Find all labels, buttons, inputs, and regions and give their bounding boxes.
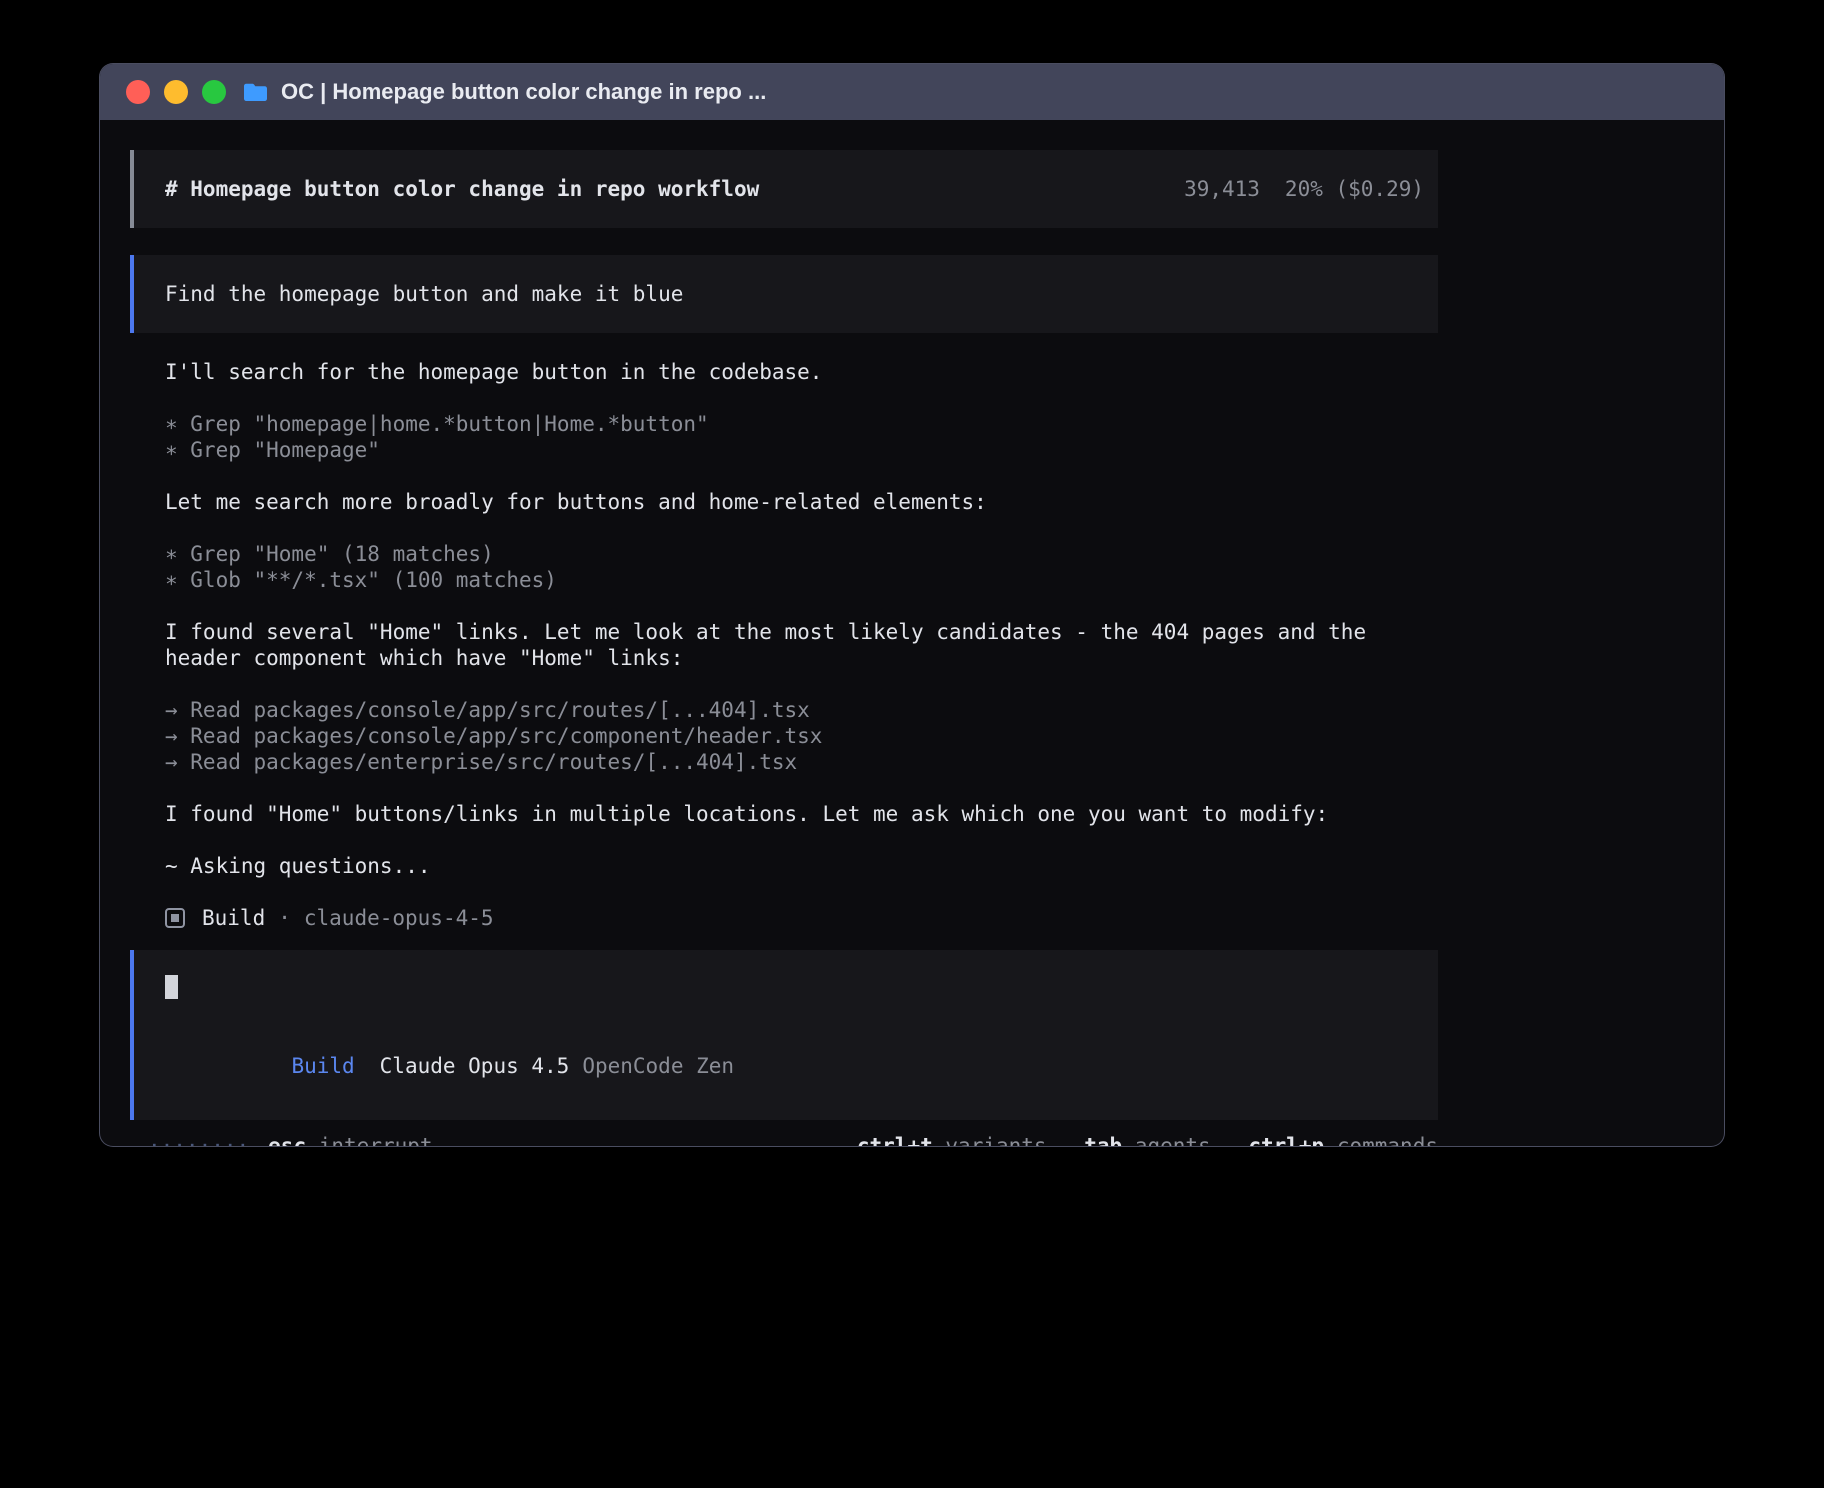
shortcut-key: tab xyxy=(1084,1134,1122,1146)
folder-icon xyxy=(242,82,269,103)
agent-separator: · xyxy=(278,905,291,931)
minimize-button[interactable] xyxy=(164,80,188,104)
assistant-paragraph: I found several "Home" links. Let me loo… xyxy=(130,619,1438,671)
user-message-block: Find the homepage button and make it blu… xyxy=(130,255,1438,333)
close-button[interactable] xyxy=(126,80,150,104)
tool-call-grep: ∗ Grep "Home" (18 matches) xyxy=(165,541,1438,567)
agent-name: Build xyxy=(202,905,265,931)
user-message-text: Find the homepage button and make it blu… xyxy=(165,282,683,306)
session-column: # Homepage button color change in repo w… xyxy=(130,150,1438,1146)
shortcut-label: commands xyxy=(1337,1134,1438,1146)
interrupt-hint: esc interrupt xyxy=(268,1133,432,1146)
title-group: OC | Homepage button color change in rep… xyxy=(242,79,766,105)
shortcut-key: ctrl+p xyxy=(1248,1134,1324,1146)
tool-call-read: → Read packages/console/app/src/componen… xyxy=(165,723,1438,749)
tool-call-grep: ∗ Grep "Homepage" xyxy=(165,437,1438,463)
tool-call-group: ∗ Grep "homepage|home.*button|Home.*butt… xyxy=(130,411,1438,463)
text-cursor xyxy=(165,975,178,999)
agent-status: Build · claude-opus-4-5 xyxy=(130,905,1438,931)
box-icon xyxy=(165,908,185,928)
shortcut-key: ctrl+t xyxy=(857,1134,933,1146)
window-title: OC | Homepage button color change in rep… xyxy=(281,79,766,105)
provider-label: OpenCode Zen xyxy=(582,1054,734,1078)
shortcut-commands: ctrl+p commands xyxy=(1248,1134,1438,1146)
agent-mode-label: Build xyxy=(291,1054,354,1078)
context-usage: 20% ($0.29) xyxy=(1285,177,1424,201)
esc-key: esc xyxy=(268,1134,306,1146)
model-label: Claude Opus 4.5 xyxy=(380,1054,570,1078)
session-title: # Homepage button color change in repo w… xyxy=(165,176,759,202)
tool-call-group: → Read packages/console/app/src/routes/[… xyxy=(130,697,1438,775)
assistant-status-line: ~ Asking questions... xyxy=(130,853,1438,879)
status-left: ········ esc interrupt xyxy=(148,1133,433,1146)
shortcut-agents: tab agents xyxy=(1084,1134,1210,1146)
spinner: ········ xyxy=(148,1133,249,1146)
zoom-button[interactable] xyxy=(202,80,226,104)
tool-call-read: → Read packages/console/app/src/routes/[… xyxy=(165,697,1438,723)
session-header: # Homepage button color change in repo w… xyxy=(130,150,1438,228)
traffic-lights xyxy=(126,80,226,104)
shortcut-label: variants xyxy=(945,1134,1046,1146)
titlebar[interactable]: OC | Homepage button color change in rep… xyxy=(100,64,1724,120)
assistant-paragraph: I'll search for the homepage button in t… xyxy=(130,359,1438,385)
assistant-paragraph: Let me search more broadly for buttons a… xyxy=(130,489,1438,515)
tool-call-group: ∗ Grep "Home" (18 matches) ∗ Glob "**/*.… xyxy=(130,541,1438,593)
token-count: 39,413 xyxy=(1184,177,1260,201)
interrupt-label: interrupt xyxy=(319,1134,433,1146)
agent-model: claude-opus-4-5 xyxy=(304,905,494,931)
shortcut-variants: ctrl+t variants xyxy=(857,1134,1047,1146)
tool-call-read: → Read packages/enterprise/src/routes/[.… xyxy=(165,749,1438,775)
desktop: { "window": { "title": "OC | Homepage bu… xyxy=(0,0,1824,1488)
status-bar: ········ esc interrupt ctrl+t variants t… xyxy=(130,1133,1438,1146)
prompt-input[interactable]: Build Claude Opus 4.5 OpenCode Zen xyxy=(130,950,1438,1120)
tool-call-grep: ∗ Grep "homepage|home.*button|Home.*butt… xyxy=(165,411,1438,437)
input-meta: Build Claude Opus 4.5 OpenCode Zen xyxy=(165,1027,1407,1105)
tool-call-glob: ∗ Glob "**/*.tsx" (100 matches) xyxy=(165,567,1438,593)
session-meta: 39,413 20% ($0.29) xyxy=(1184,176,1424,202)
assistant-paragraph: I found "Home" buttons/links in multiple… xyxy=(130,801,1438,827)
terminal-content: # Homepage button color change in repo w… xyxy=(100,120,1724,1146)
status-right: ctrl+t variants tab agents ctrl+p comman… xyxy=(857,1133,1438,1146)
terminal-window: OC | Homepage button color change in rep… xyxy=(100,64,1724,1146)
shortcut-label: agents xyxy=(1135,1134,1211,1146)
